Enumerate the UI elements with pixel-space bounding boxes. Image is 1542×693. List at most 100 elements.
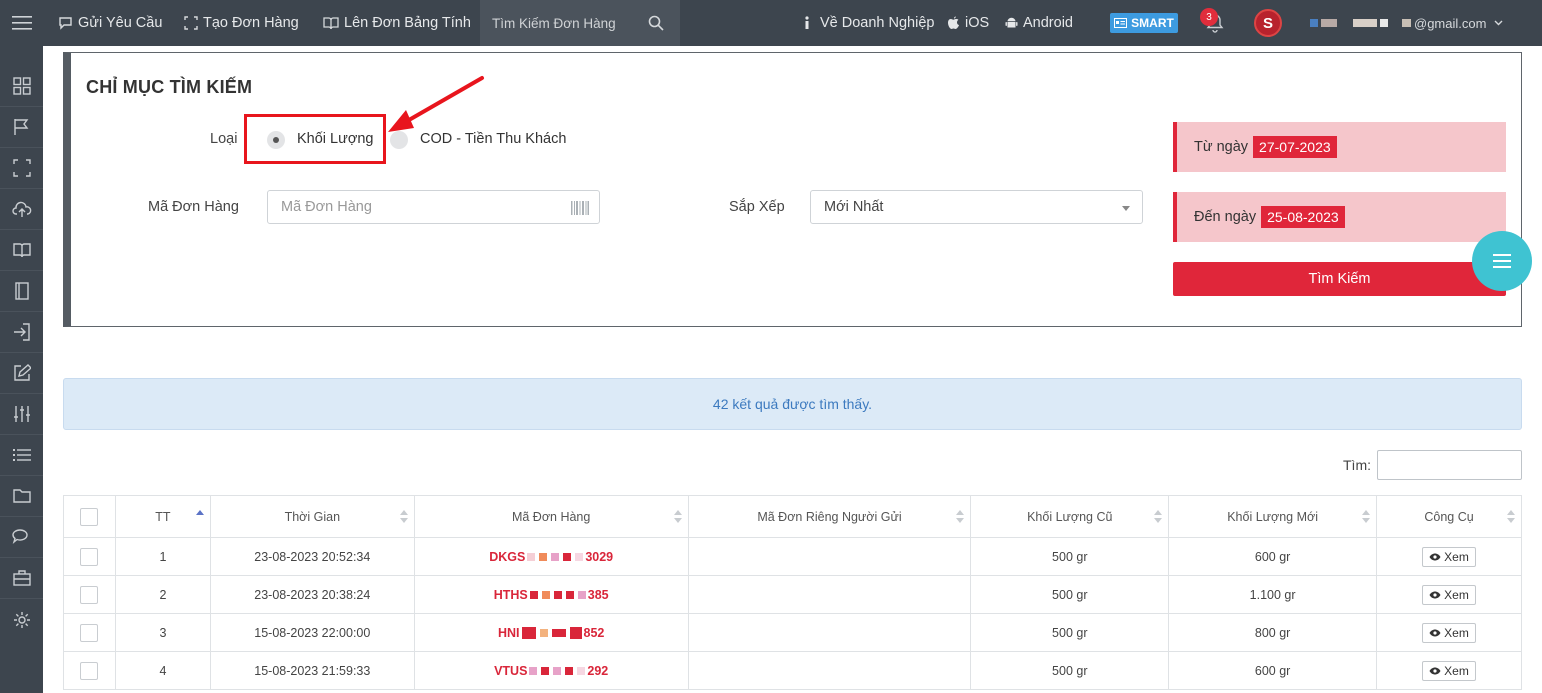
caret-down-icon xyxy=(1122,206,1130,211)
view-button-label: Xem xyxy=(1444,587,1469,602)
row-select-cell[interactable] xyxy=(63,651,116,690)
login-icon xyxy=(13,323,30,341)
row-checkbox[interactable] xyxy=(80,585,99,604)
table-row: 4 15-08-2023 21:59:33 VTUS 292 500 gr 600… xyxy=(63,651,1522,690)
redacted-chip xyxy=(1353,19,1377,27)
gear-icon xyxy=(13,611,30,628)
search-button[interactable]: Tìm Kiếm xyxy=(1173,262,1506,296)
sidebar-item-login[interactable] xyxy=(0,312,43,353)
header-tt[interactable]: TT xyxy=(114,495,211,538)
order-code-link[interactable]: HTHS 385 xyxy=(494,588,609,602)
view-button[interactable]: Xem xyxy=(1422,546,1476,567)
select-all-checkbox[interactable] xyxy=(80,507,99,526)
header-old-weight[interactable]: Khối Lượng Cũ xyxy=(970,495,1170,538)
nav-ios[interactable]: iOS xyxy=(947,0,989,46)
hamburger-menu-button[interactable] xyxy=(0,0,43,46)
sidebar-item-settings-sliders[interactable] xyxy=(0,394,43,435)
row-checkbox[interactable] xyxy=(80,661,99,680)
view-button-label: Xem xyxy=(1444,625,1469,640)
redacted-chip xyxy=(521,626,536,639)
company-logo-avatar[interactable]: S xyxy=(1254,9,1282,37)
account-email: @gmail.com xyxy=(1414,15,1487,31)
sort-asc-icon xyxy=(195,510,204,524)
sidebar-item-settings[interactable] xyxy=(0,599,43,640)
sidebar-item-list[interactable] xyxy=(0,435,43,476)
header-order-code[interactable]: Mã Đơn Hàng xyxy=(413,495,689,538)
from-date-value[interactable]: 27-07-2023 xyxy=(1253,136,1337,158)
row-order-code[interactable]: DKGS 3029 xyxy=(413,537,689,576)
row-order-code[interactable]: HNI 852 xyxy=(413,613,689,652)
header-tools[interactable]: Công Cụ xyxy=(1376,495,1522,538)
sidebar-item-flag[interactable] xyxy=(0,107,43,148)
row-time: 23-08-2023 20:52:34 xyxy=(209,537,415,576)
redacted-chip xyxy=(565,666,574,675)
sidebar-item-notebook[interactable] xyxy=(0,271,43,312)
floating-menu-button[interactable] xyxy=(1472,231,1532,291)
view-button[interactable]: Xem xyxy=(1422,622,1476,643)
apple-icon xyxy=(948,16,959,29)
smart-badge-label: SMART xyxy=(1131,16,1174,30)
header-new-weight[interactable]: Khối Lượng Mới xyxy=(1168,495,1378,538)
row-select-cell[interactable] xyxy=(63,537,116,576)
row-order-code[interactable]: VTUS 292 xyxy=(413,651,689,690)
view-button[interactable]: Xem xyxy=(1422,584,1476,605)
header-new-weight-label: Khối Lượng Mới xyxy=(1227,509,1318,524)
redacted-chip xyxy=(541,590,550,599)
edit-icon xyxy=(13,364,31,381)
nav-about-business[interactable]: Về Doanh Nghiệp xyxy=(803,0,934,46)
order-code-suffix: 852 xyxy=(583,625,605,640)
order-code-link[interactable]: VTUS 292 xyxy=(494,664,608,678)
sort-select[interactable]: Mới Nhất xyxy=(810,190,1143,224)
row-order-code[interactable]: HTHS 385 xyxy=(413,575,689,614)
header-tt-label: TT xyxy=(155,509,171,524)
sidebar-item-dashboard[interactable] xyxy=(0,66,43,107)
redacted-chip xyxy=(1380,19,1388,27)
nav-spreadsheet-order[interactable]: Lên Đơn Bảng Tính xyxy=(323,0,471,46)
type-label: Loại xyxy=(210,131,238,147)
row-checkbox[interactable] xyxy=(80,623,99,642)
sidebar-item-fullscreen[interactable] xyxy=(0,148,43,189)
to-date-box[interactable]: Đến ngày 25-08-2023 xyxy=(1173,192,1506,242)
table-filter-input[interactable] xyxy=(1377,450,1522,480)
nav-spreadsheet-order-label: Lên Đơn Bảng Tính xyxy=(344,15,471,31)
order-search-input[interactable]: Tìm Kiếm Đơn Hàng xyxy=(480,0,680,46)
nav-send-request[interactable]: Gửi Yêu Cầu xyxy=(58,0,162,46)
view-button[interactable]: Xem xyxy=(1422,660,1476,681)
order-code-input[interactable]: Mã Đơn Hàng xyxy=(267,190,600,224)
order-code-link[interactable]: HNI 852 xyxy=(498,626,604,640)
order-code-suffix: 292 xyxy=(587,663,609,678)
sidebar-item-edit[interactable] xyxy=(0,353,43,394)
header-select-all[interactable] xyxy=(63,495,116,538)
order-code-link[interactable]: DKGS 3029 xyxy=(489,550,613,564)
comments-icon xyxy=(11,529,28,544)
header-time[interactable]: Thời Gian xyxy=(209,495,415,538)
row-sender-code xyxy=(687,651,972,690)
account-email-dropdown[interactable]: @gmail.com xyxy=(1310,0,1503,46)
to-date-value[interactable]: 25-08-2023 xyxy=(1261,206,1345,228)
sidebar-item-upload[interactable] xyxy=(0,189,43,230)
from-date-box[interactable]: Từ ngày 27-07-2023 xyxy=(1173,122,1506,172)
sort-select-value: Mới Nhất xyxy=(824,199,884,215)
sidebar-item-comments[interactable] xyxy=(0,517,43,558)
results-summary-text: 42 kết quả được tìm thấy. xyxy=(712,396,873,412)
nav-create-order[interactable]: Tạo Đơn Hàng xyxy=(184,0,299,46)
nav-android[interactable]: Android xyxy=(1005,0,1073,46)
search-icon[interactable] xyxy=(648,15,664,31)
row-select-cell[interactable] xyxy=(63,575,116,614)
row-select-cell[interactable] xyxy=(63,613,116,652)
sidebar-item-briefcase[interactable] xyxy=(0,558,43,599)
redacted-chip xyxy=(577,590,586,599)
chat-icon xyxy=(59,17,72,30)
smart-badge-button[interactable]: SMART xyxy=(1110,13,1178,33)
header-sender-code[interactable]: Mã Đơn Riêng Người Gửi xyxy=(687,495,972,538)
row-tools: Xem xyxy=(1376,575,1522,614)
sidebar-item-book[interactable] xyxy=(0,230,43,271)
row-checkbox[interactable] xyxy=(80,547,99,566)
to-date-label: Đến ngày xyxy=(1194,209,1257,225)
barcode-icon[interactable] xyxy=(571,201,589,215)
sidebar-item-folder[interactable] xyxy=(0,476,43,517)
results-summary: 42 kết quả được tìm thấy. xyxy=(63,378,1522,430)
redacted-chip xyxy=(577,666,586,675)
eye-icon xyxy=(1429,553,1441,560)
redacted-chip xyxy=(575,552,584,561)
